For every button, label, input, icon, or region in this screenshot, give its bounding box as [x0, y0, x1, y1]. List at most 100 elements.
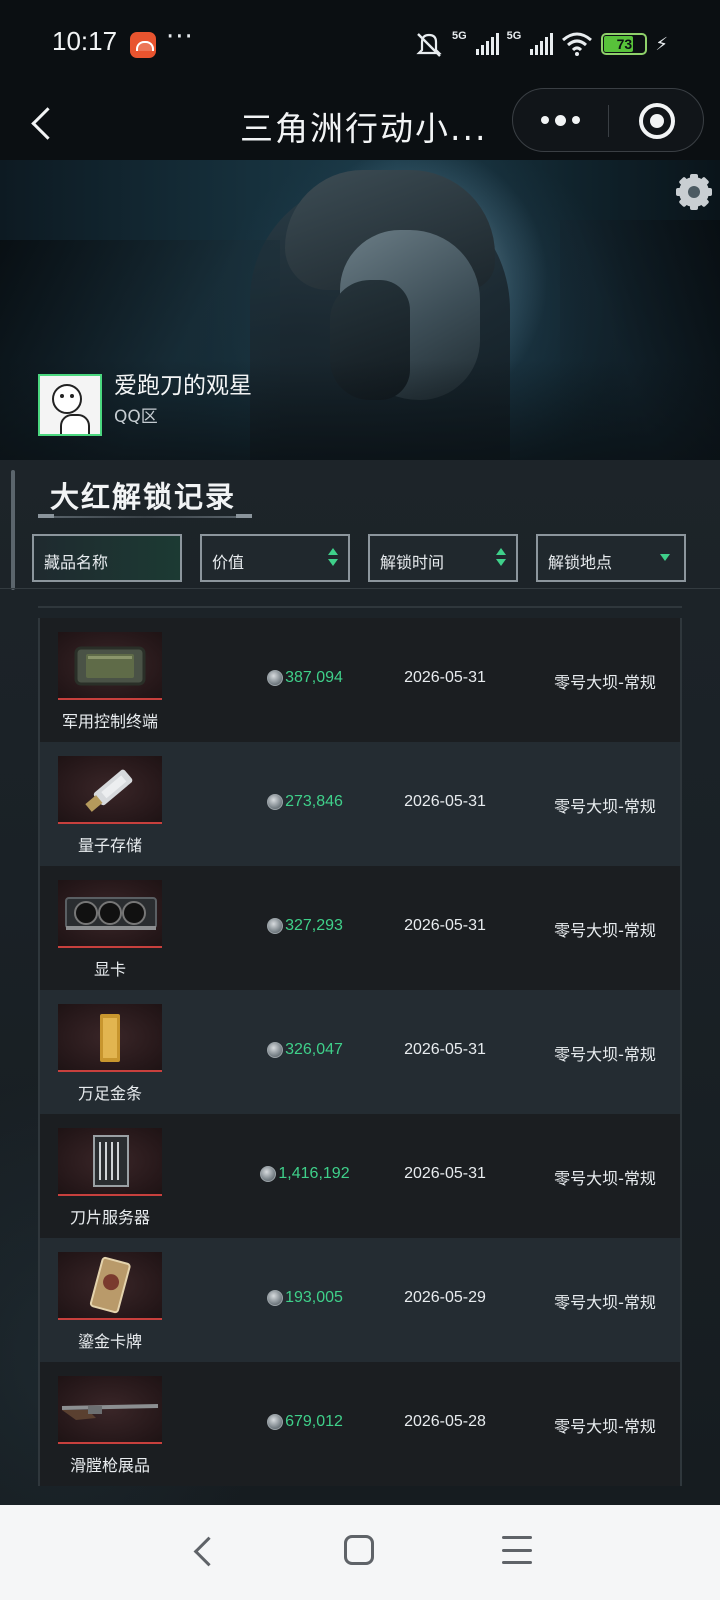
- item-value: 193,005: [285, 1289, 343, 1306]
- signal-1-label: 5G: [451, 30, 467, 42]
- title-bar: 三角洲行动小...: [0, 88, 720, 160]
- system-nav-bar: [0, 1505, 720, 1600]
- banner-fade: [0, 360, 720, 460]
- wifi-icon: [562, 32, 593, 56]
- unlock-records-table: 军用控制终端 387,094 2026-05-31 零号大坝-常规 量子存储 273,84…: [38, 618, 682, 1486]
- status-icons: 5G 5G 73 ⚡: [414, 30, 668, 58]
- item-value-cell: 1,416,192: [240, 1165, 370, 1183]
- unlock-date: 2026-05-29: [404, 1289, 486, 1306]
- item-value-cell: 679,012: [240, 1413, 370, 1431]
- close-miniapp-icon[interactable]: [639, 103, 675, 139]
- item-thumbnail: [58, 632, 162, 700]
- item-value: 679,012: [285, 1413, 343, 1430]
- item-thumbnail: [58, 1252, 162, 1320]
- table-row[interactable]: 刀片服务器 1,416,192 2026-05-31 零号大坝-常规: [40, 1114, 680, 1238]
- avatar[interactable]: [38, 374, 102, 436]
- coin-icon: [267, 670, 284, 686]
- section-accent-bar: [11, 470, 15, 590]
- item-name: 军用控制终端: [61, 712, 158, 731]
- unlock-date: 2026-05-31: [404, 669, 486, 686]
- dropdown-icon: [660, 554, 670, 561]
- coin-icon: [267, 1290, 284, 1306]
- filter-label: 价值: [212, 553, 245, 572]
- table-row[interactable]: 万足金条 326,047 2026-05-31 零号大坝-常规: [40, 990, 680, 1114]
- coin-icon: [267, 1414, 284, 1430]
- item-thumbnail: [58, 1376, 162, 1444]
- item-value: 327,293: [285, 917, 343, 934]
- coin-icon: [260, 1166, 277, 1182]
- filter-time-sort[interactable]: 解锁时间: [368, 534, 518, 582]
- item-thumbnail: [58, 1004, 162, 1072]
- filter-location-dropdown[interactable]: 解锁地点: [536, 534, 686, 582]
- section-title: 大红解锁记录: [50, 480, 237, 514]
- unlock-date: 2026-05-31: [404, 1165, 486, 1182]
- back-icon[interactable]: [24, 98, 74, 148]
- item-name: 万足金条: [77, 1084, 142, 1103]
- filter-value-sort[interactable]: 价值: [200, 534, 350, 582]
- unlock-location: 零号大坝-常规: [554, 1045, 656, 1064]
- signal-2-label: 5G: [506, 30, 522, 42]
- sort-icon: [496, 548, 506, 568]
- unlock-date: 2026-05-31: [404, 793, 486, 810]
- item-name: 刀片服务器: [69, 1208, 150, 1227]
- unlock-records-section: 大红解锁记录 藏品名称 价值 解锁时间 解锁地点 军用控制终端 387,094 20…: [0, 460, 720, 1505]
- item-thumbnail: [58, 756, 162, 824]
- username: 爱跑刀的观星: [114, 373, 252, 399]
- nav-back-icon[interactable]: [186, 1531, 226, 1571]
- miniapp-capsule: [512, 88, 704, 152]
- item-name: 滑膛枪展品: [69, 1456, 150, 1475]
- battery-icon: 73: [601, 33, 648, 55]
- status-more-dots: ···: [166, 22, 194, 52]
- sort-icon: [328, 548, 338, 568]
- table-top-border: [38, 606, 682, 618]
- coin-icon: [267, 1042, 284, 1058]
- unlock-location: 零号大坝-常规: [554, 797, 656, 816]
- filter-bar: 藏品名称 价值 解锁时间 解锁地点: [32, 534, 720, 582]
- capsule-divider: [608, 105, 609, 137]
- coin-icon: [267, 918, 284, 934]
- table-row[interactable]: 显卡 327,293 2026-05-31 零号大坝-常规: [40, 866, 680, 990]
- unlock-location: 零号大坝-常规: [554, 921, 656, 940]
- table-row[interactable]: 量子存储 273,846 2026-05-31 零号大坝-常规: [40, 742, 680, 866]
- item-value: 387,094: [285, 669, 343, 686]
- title-underline: [38, 514, 252, 518]
- table-row[interactable]: 军用控制终端 387,094 2026-05-31 零号大坝-常规: [40, 618, 680, 742]
- profile-banner: 爱跑刀的观星 QQ区: [0, 160, 720, 460]
- coin-icon: [267, 794, 284, 810]
- table-row[interactable]: 鎏金卡牌 193,005 2026-05-29 零号大坝-常规: [40, 1238, 680, 1362]
- unlock-date: 2026-05-28: [404, 1413, 486, 1430]
- charging-icon: ⚡: [655, 33, 668, 55]
- item-value: 326,047: [285, 1041, 343, 1058]
- signal-icon: [475, 33, 499, 55]
- more-icon[interactable]: [513, 89, 608, 151]
- signal-icon: [530, 33, 554, 55]
- unlock-location: 零号大坝-常规: [554, 1293, 656, 1312]
- item-thumbnail: [58, 880, 162, 948]
- unlock-location: 零号大坝-常规: [554, 673, 656, 692]
- item-value-cell: 273,846: [240, 793, 370, 811]
- item-thumbnail: [58, 1128, 162, 1196]
- item-value: 1,416,192: [278, 1165, 350, 1182]
- table-row[interactable]: 滑膛枪展品 679,012 2026-05-28 零号大坝-常规: [40, 1362, 680, 1486]
- settings-gear-icon[interactable]: [676, 174, 712, 210]
- server-label: QQ区: [114, 407, 158, 427]
- battery-level-text: 73: [616, 36, 633, 52]
- item-value-cell: 326,047: [240, 1041, 370, 1059]
- item-value: 273,846: [285, 793, 343, 810]
- item-value-cell: 327,293: [240, 917, 370, 935]
- filter-label: 藏品名称: [44, 553, 109, 572]
- status-bar: 10:17 ··· 5G 5G 73 ⚡: [0, 0, 720, 88]
- divider: [0, 588, 720, 589]
- unlock-location: 零号大坝-常规: [554, 1417, 656, 1436]
- app-notification-icon: [130, 32, 156, 58]
- item-name: 量子存储: [77, 836, 142, 855]
- unlock-location: 零号大坝-常规: [554, 1169, 656, 1188]
- filter-item-name[interactable]: 藏品名称: [32, 534, 182, 582]
- item-name: 显卡: [93, 960, 126, 979]
- nav-home-icon[interactable]: [344, 1535, 374, 1565]
- status-time: 10:17: [52, 26, 118, 56]
- item-name: 鎏金卡牌: [77, 1332, 142, 1351]
- mute-icon: [416, 33, 442, 57]
- item-value-cell: 387,094: [240, 669, 370, 687]
- nav-menu-icon[interactable]: [502, 1536, 532, 1564]
